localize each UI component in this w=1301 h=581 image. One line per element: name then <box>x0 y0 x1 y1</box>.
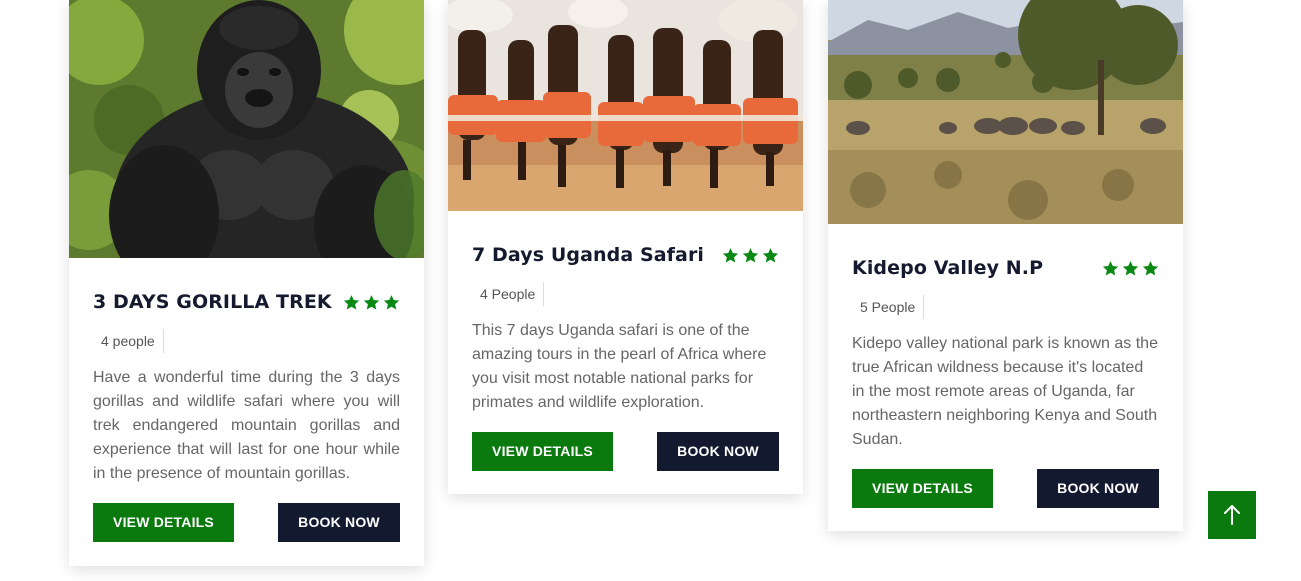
star-icon <box>1142 260 1159 276</box>
view-details-button[interactable]: VIEW DETAILS <box>852 469 993 508</box>
star-icon <box>343 294 360 310</box>
tour-description: Have a wonderful time during the 3 days … <box>93 369 400 482</box>
rating-stars <box>722 247 779 264</box>
star-icon <box>742 247 759 263</box>
view-details-button[interactable]: VIEW DETAILS <box>93 503 234 542</box>
rating-stars <box>1102 260 1159 277</box>
view-details-button[interactable]: VIEW DETAILS <box>472 432 613 471</box>
tour-card: 7 Days Uganda Safari 4 People This 7 day… <box>448 0 803 494</box>
back-to-top-button[interactable] <box>1208 491 1256 539</box>
arrow-up-icon <box>1224 505 1240 525</box>
savanna-elephants-photo[interactable] <box>828 0 1183 224</box>
people-count: 4 People <box>472 282 545 306</box>
star-icon <box>722 247 739 263</box>
traditional-dancers-photo[interactable] <box>448 0 803 211</box>
people-count: 4 people <box>93 329 164 353</box>
tour-title[interactable]: 7 Days Uganda Safari <box>472 244 704 266</box>
tour-description: This 7 days Uganda safari is one of the … <box>472 322 767 411</box>
people-count: 5 People <box>852 295 925 319</box>
star-icon <box>762 247 779 263</box>
star-icon <box>1102 260 1119 276</box>
rating-stars <box>343 294 400 311</box>
mountain-gorilla-photo[interactable] <box>69 0 424 258</box>
tour-card: Kidepo Valley N.P 5 People Kidepo valley… <box>828 0 1183 531</box>
book-now-button[interactable]: BOOK NOW <box>1037 469 1159 508</box>
tour-title[interactable]: 3 DAYS GORILLA TREK <box>93 291 332 313</box>
book-now-button[interactable]: BOOK NOW <box>278 503 400 542</box>
tour-title[interactable]: Kidepo Valley N.P <box>852 257 1043 279</box>
star-icon <box>363 294 380 310</box>
star-icon <box>383 294 400 310</box>
tour-card: 3 DAYS GORILLA TREK 4 people Have a wond… <box>69 0 424 566</box>
book-now-button[interactable]: BOOK NOW <box>657 432 779 471</box>
star-icon <box>1122 260 1139 276</box>
tour-description: Kidepo valley national park is known as … <box>852 335 1158 448</box>
